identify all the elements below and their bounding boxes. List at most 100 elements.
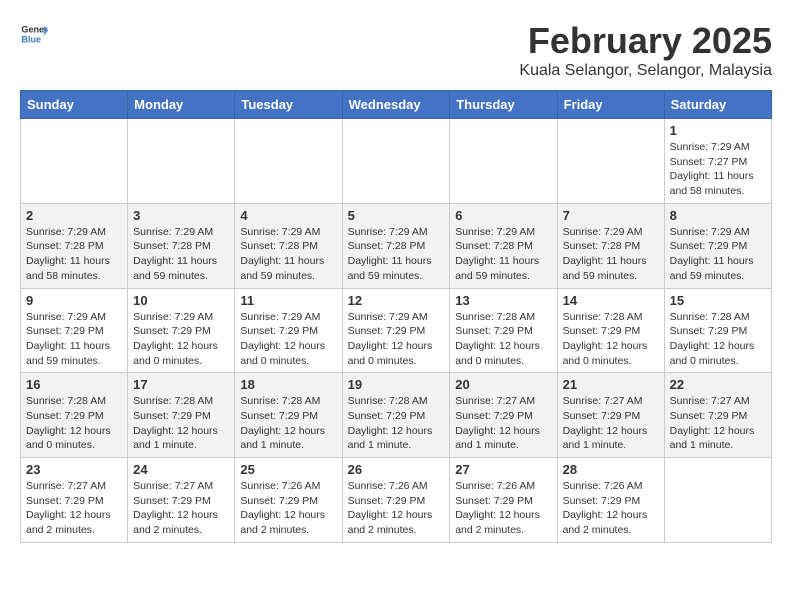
calendar-cell: 5Sunrise: 7:29 AM Sunset: 7:28 PM Daylig… [342,203,450,288]
day-number: 9 [26,293,122,308]
day-info: Sunrise: 7:26 AM Sunset: 7:29 PM Dayligh… [240,479,336,538]
day-info: Sunrise: 7:27 AM Sunset: 7:29 PM Dayligh… [563,394,659,453]
day-info: Sunrise: 7:26 AM Sunset: 7:29 PM Dayligh… [348,479,445,538]
calendar-cell: 21 Sunrise: 7:27 AM Sunset: 7:29 PM Dayli… [557,373,664,458]
header: General Blue February 2025 Kuala Selango… [20,20,772,80]
column-header-sunday: Sunday [21,91,128,119]
calendar-cell: 12Sunrise: 7:29 AM Sunset: 7:29 PM Dayli… [342,288,450,373]
title-area: February 2025 Kuala Selangor, Selangor, … [519,20,772,80]
calendar-week-row: 2 Sunrise: 7:29 AM Sunset: 7:28 PM Daylig… [21,203,772,288]
calendar-cell [21,119,128,204]
calendar-cell: 22Sunrise: 7:27 AM Sunset: 7:29 PM Dayli… [664,373,771,458]
calendar-cell: 3 Sunrise: 7:29 AM Sunset: 7:28 PM Daylig… [128,203,235,288]
day-number: 24 [133,462,229,477]
day-number: 4 [240,208,336,223]
day-info: Sunrise: 7:28 AM Sunset: 7:29 PM Dayligh… [563,310,659,369]
calendar-cell: 23 Sunrise: 7:27 AM Sunset: 7:29 PM Dayli… [21,458,128,543]
day-info: Sunrise: 7:27 AM Sunset: 7:29 PM Dayligh… [670,394,766,453]
day-info: Sunrise: 7:29 AM Sunset: 7:27 PM Dayligh… [670,140,766,199]
day-info: Sunrise: 7:26 AM Sunset: 7:29 PM Dayligh… [563,479,659,538]
day-info: Sunrise: 7:28 AM Sunset: 7:29 PM Dayligh… [240,394,336,453]
day-info: Sunrise: 7:28 AM Sunset: 7:29 PM Dayligh… [348,394,445,453]
day-number: 21 [563,377,659,392]
calendar-cell: 6 Sunrise: 7:29 AM Sunset: 7:28 PM Daylig… [450,203,557,288]
day-info: Sunrise: 7:28 AM Sunset: 7:29 PM Dayligh… [133,394,229,453]
calendar-week-row: 9 Sunrise: 7:29 AM Sunset: 7:29 PM Daylig… [21,288,772,373]
calendar-cell: 16 Sunrise: 7:28 AM Sunset: 7:29 PM Dayli… [21,373,128,458]
day-info: Sunrise: 7:29 AM Sunset: 7:28 PM Dayligh… [26,225,122,284]
calendar-cell: 27Sunrise: 7:26 AM Sunset: 7:29 PM Dayli… [450,458,557,543]
calendar-week-row: 16 Sunrise: 7:28 AM Sunset: 7:29 PM Dayli… [21,373,772,458]
day-info: Sunrise: 7:28 AM Sunset: 7:29 PM Dayligh… [670,310,766,369]
day-number: 13 [455,293,551,308]
day-number: 7 [563,208,659,223]
calendar-cell [450,119,557,204]
day-info: Sunrise: 7:29 AM Sunset: 7:29 PM Dayligh… [348,310,445,369]
column-header-thursday: Thursday [450,91,557,119]
calendar-week-row: 1 Sunrise: 7:29 AM Sunset: 7:27 PM Daylig… [21,119,772,204]
column-header-wednesday: Wednesday [342,91,450,119]
calendar-cell: 18 Sunrise: 7:28 AM Sunset: 7:29 PM Dayli… [235,373,342,458]
day-number: 2 [26,208,122,223]
day-number: 26 [348,462,445,477]
svg-text:Blue: Blue [21,34,41,44]
calendar-cell: 11 Sunrise: 7:29 AM Sunset: 7:29 PM Dayli… [235,288,342,373]
day-info: Sunrise: 7:29 AM Sunset: 7:28 PM Dayligh… [133,225,229,284]
calendar-header-row: SundayMondayTuesdayWednesdayThursdayFrid… [21,91,772,119]
column-header-monday: Monday [128,91,235,119]
day-number: 8 [670,208,766,223]
day-number: 16 [26,377,122,392]
day-info: Sunrise: 7:29 AM Sunset: 7:29 PM Dayligh… [26,310,122,369]
day-number: 23 [26,462,122,477]
calendar-cell: 24 Sunrise: 7:27 AM Sunset: 7:29 PM Dayli… [128,458,235,543]
calendar-cell: 26 Sunrise: 7:26 AM Sunset: 7:29 PM Dayli… [342,458,450,543]
day-info: Sunrise: 7:27 AM Sunset: 7:29 PM Dayligh… [26,479,122,538]
logo: General Blue [20,20,48,48]
day-info: Sunrise: 7:27 AM Sunset: 7:29 PM Dayligh… [133,479,229,538]
calendar-cell [342,119,450,204]
day-number: 28 [563,462,659,477]
calendar-cell [557,119,664,204]
calendar-cell: 7 Sunrise: 7:29 AM Sunset: 7:28 PM Daylig… [557,203,664,288]
day-info: Sunrise: 7:29 AM Sunset: 7:29 PM Dayligh… [240,310,336,369]
day-number: 18 [240,377,336,392]
day-number: 3 [133,208,229,223]
day-info: Sunrise: 7:26 AM Sunset: 7:29 PM Dayligh… [455,479,551,538]
calendar-cell [664,458,771,543]
day-info: Sunrise: 7:29 AM Sunset: 7:29 PM Dayligh… [670,225,766,284]
subtitle: Kuala Selangor, Selangor, Malaysia [519,62,772,80]
calendar-week-row: 23 Sunrise: 7:27 AM Sunset: 7:29 PM Dayli… [21,458,772,543]
calendar-cell: 28 Sunrise: 7:26 AM Sunset: 7:29 PM Dayli… [557,458,664,543]
calendar-cell: 13 Sunrise: 7:28 AM Sunset: 7:29 PM Dayli… [450,288,557,373]
day-number: 15 [670,293,766,308]
day-number: 11 [240,293,336,308]
calendar-cell: 10 Sunrise: 7:29 AM Sunset: 7:29 PM Dayli… [128,288,235,373]
calendar-cell: 4Sunrise: 7:29 AM Sunset: 7:28 PM Daylig… [235,203,342,288]
logo-icon: General Blue [20,20,48,48]
calendar-cell [235,119,342,204]
day-info: Sunrise: 7:27 AM Sunset: 7:29 PM Dayligh… [455,394,551,453]
calendar-cell: 1 Sunrise: 7:29 AM Sunset: 7:27 PM Daylig… [664,119,771,204]
calendar-cell: 17 Sunrise: 7:28 AM Sunset: 7:29 PM Dayli… [128,373,235,458]
column-header-tuesday: Tuesday [235,91,342,119]
day-info: Sunrise: 7:29 AM Sunset: 7:28 PM Dayligh… [563,225,659,284]
day-number: 14 [563,293,659,308]
day-info: Sunrise: 7:28 AM Sunset: 7:29 PM Dayligh… [455,310,551,369]
day-number: 1 [670,123,766,138]
day-number: 17 [133,377,229,392]
day-number: 20 [455,377,551,392]
day-number: 19 [348,377,445,392]
calendar-cell: 25Sunrise: 7:26 AM Sunset: 7:29 PM Dayli… [235,458,342,543]
day-number: 6 [455,208,551,223]
calendar: SundayMondayTuesdayWednesdayThursdayFrid… [20,90,772,543]
calendar-cell: 2 Sunrise: 7:29 AM Sunset: 7:28 PM Daylig… [21,203,128,288]
day-info: Sunrise: 7:29 AM Sunset: 7:28 PM Dayligh… [348,225,445,284]
day-number: 10 [133,293,229,308]
day-info: Sunrise: 7:29 AM Sunset: 7:28 PM Dayligh… [455,225,551,284]
day-info: Sunrise: 7:29 AM Sunset: 7:29 PM Dayligh… [133,310,229,369]
calendar-cell: 9 Sunrise: 7:29 AM Sunset: 7:29 PM Daylig… [21,288,128,373]
main-title: February 2025 [519,20,772,62]
day-info: Sunrise: 7:28 AM Sunset: 7:29 PM Dayligh… [26,394,122,453]
column-header-friday: Friday [557,91,664,119]
calendar-cell: 19 Sunrise: 7:28 AM Sunset: 7:29 PM Dayli… [342,373,450,458]
